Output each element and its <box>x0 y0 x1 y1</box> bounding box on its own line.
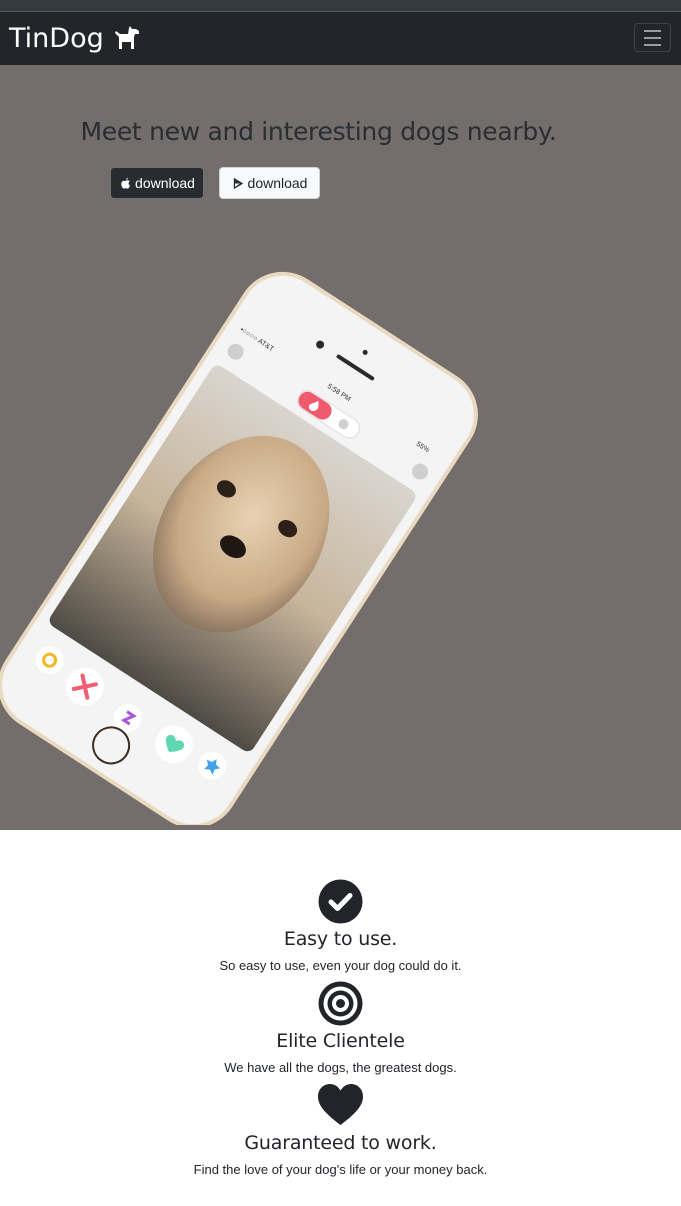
feature-title: Easy to use. <box>283 928 398 950</box>
hamburger-line <box>644 43 661 46</box>
features-section: Easy to use. So easy to use, even your d… <box>0 830 681 1206</box>
hero-title: Meet new and interesting dogs nearby. <box>80 117 557 146</box>
heart-icon <box>318 1084 363 1125</box>
feature-text: We have all the dogs, the greatest dogs. <box>224 1060 457 1075</box>
play-store-icon <box>233 177 243 189</box>
feature-title: Elite Clientele <box>276 1030 405 1052</box>
play-store-download-button[interactable]: download <box>219 167 320 199</box>
bullseye-icon <box>318 981 363 1026</box>
app-store-download-button[interactable]: download <box>110 167 204 199</box>
hamburger-line <box>644 36 661 39</box>
browser-top-bar <box>0 0 681 11</box>
feature-guaranteed: Guaranteed to work. Find the love of you… <box>0 1083 681 1177</box>
play-store-download-label: download <box>247 175 308 191</box>
dog-icon <box>114 26 139 49</box>
phone-illustration: •○○○○ AT&T 5:58 PM 55% <box>0 271 478 829</box>
brand-name: TinDog <box>9 22 104 54</box>
apple-icon <box>121 177 130 189</box>
app-store-download-label: download <box>135 175 195 191</box>
feature-text: Find the love of your dog's life or your… <box>193 1162 488 1177</box>
feature-title: Guaranteed to work. <box>244 1132 437 1154</box>
hamburger-menu-button[interactable] <box>634 23 671 52</box>
phone-mockup: •○○○○ AT&T 5:58 PM 55% <box>0 205 681 829</box>
navbar-brand[interactable]: TinDog <box>9 19 140 57</box>
feature-elite-clientele: Elite Clientele We have all the dogs, th… <box>0 981 681 1075</box>
check-circle-icon <box>318 879 363 924</box>
navbar: TinDog <box>0 12 681 65</box>
feature-easy-to-use: Easy to use. So easy to use, even your d… <box>0 879 681 973</box>
feature-text: So easy to use, even your dog could do i… <box>219 958 462 973</box>
hamburger-menu-icon <box>644 29 661 32</box>
hero-section: Meet new and interesting dogs nearby. do… <box>0 65 681 830</box>
